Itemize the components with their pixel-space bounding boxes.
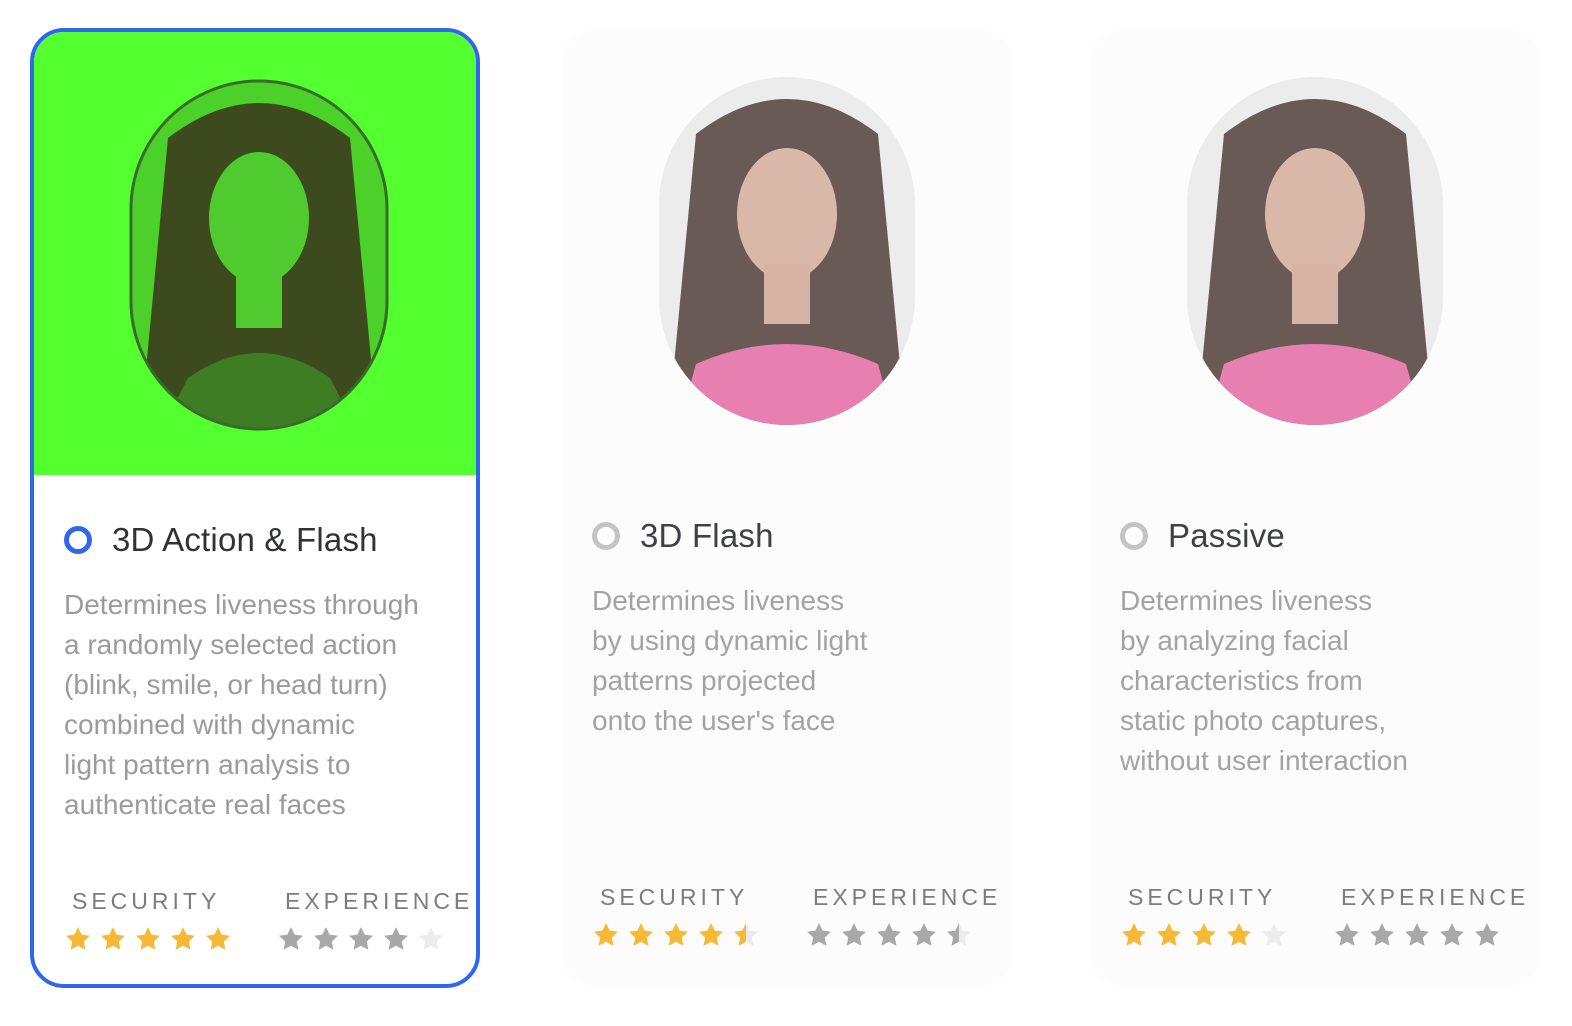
option-row[interactable]: Passive (1120, 514, 1285, 558)
experience-label: EXPERIENCE (285, 888, 474, 914)
option-description: Determines liveness by analyzing facial … (1120, 585, 1408, 776)
card-hero (1090, 28, 1540, 471)
star-icon (419, 927, 443, 950)
option-card-3d-action-flash[interactable]: 3D Action & Flash Determines liveness th… (30, 28, 480, 988)
option-card-passive[interactable]: Passive Determines liveness by analyzing… (1090, 28, 1540, 988)
star-icon (842, 923, 866, 946)
star-icon (629, 923, 653, 946)
experience-rating: EXPERIENCE (1333, 884, 1529, 949)
star-icon (1122, 923, 1146, 946)
security-rating: SECURITY (1120, 884, 1295, 949)
star-icon (664, 923, 688, 946)
security-label: SECURITY (72, 888, 221, 914)
experience-label: EXPERIENCE (813, 884, 1002, 910)
card-hero (562, 28, 1012, 471)
face-portrait-image (1187, 77, 1443, 425)
star-icon (1405, 923, 1429, 946)
option-card-3d-flash[interactable]: 3D Flash Determines liveness by using dy… (562, 28, 1012, 988)
security-label: SECURITY (600, 884, 749, 910)
radio-button[interactable] (64, 526, 92, 554)
star-icon (1192, 923, 1216, 946)
star-icon (206, 927, 230, 950)
face-portrait-image (659, 77, 915, 425)
ratings: SECURITY EXPERIENCE (1120, 884, 1540, 949)
star-icon (1440, 923, 1464, 946)
star-icon (171, 927, 195, 950)
star-icon (1262, 923, 1286, 946)
star-icon (349, 927, 373, 950)
star-icon (66, 927, 90, 950)
experience-stars (277, 925, 473, 953)
star-icon (136, 927, 160, 950)
option-row[interactable]: 3D Action & Flash (64, 518, 378, 562)
security-stars (64, 925, 239, 953)
experience-rating: EXPERIENCE (805, 884, 1001, 949)
star-icon (279, 927, 303, 950)
security-label: SECURITY (1128, 884, 1277, 910)
experience-rating: EXPERIENCE (277, 888, 473, 953)
ratings: SECURITY EXPERIENCE (64, 888, 476, 953)
star-icon (699, 923, 723, 946)
face-portrait-image (129, 79, 389, 431)
card-hero (34, 32, 476, 475)
experience-label: EXPERIENCE (1341, 884, 1530, 910)
option-title: 3D Action & Flash (112, 521, 378, 558)
security-rating: SECURITY (64, 888, 239, 953)
star-icon (1370, 923, 1394, 946)
security-rating: SECURITY (592, 884, 767, 949)
star-icon (1335, 923, 1359, 946)
star-icon (1227, 923, 1251, 946)
option-description: Determines liveness through a randomly s… (64, 589, 419, 820)
option-description: Determines liveness by using dynamic lig… (592, 585, 868, 736)
security-stars (1120, 921, 1295, 949)
star-icon (947, 923, 971, 946)
liveness-method-selector: 3D Action & Flash Determines liveness th… (0, 0, 1572, 1026)
star-icon (1157, 923, 1181, 946)
star-icon (594, 923, 618, 946)
star-icon (807, 923, 831, 946)
radio-button[interactable] (1120, 522, 1148, 550)
security-stars (592, 921, 767, 949)
option-title: 3D Flash (640, 517, 774, 554)
option-row[interactable]: 3D Flash (592, 514, 774, 558)
experience-stars (805, 921, 1001, 949)
ratings: SECURITY EXPERIENCE (592, 884, 1012, 949)
experience-stars (1333, 921, 1529, 949)
radio-button[interactable] (592, 522, 620, 550)
option-title: Passive (1168, 517, 1285, 554)
star-icon (912, 923, 936, 946)
star-icon (1475, 923, 1499, 946)
star-icon (384, 927, 408, 950)
star-icon (314, 927, 338, 950)
star-icon (101, 927, 125, 950)
star-icon (877, 923, 901, 946)
star-icon (734, 923, 758, 946)
